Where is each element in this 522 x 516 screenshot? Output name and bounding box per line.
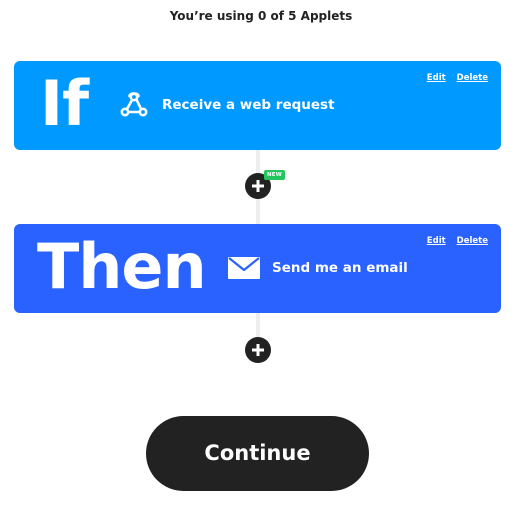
if-keyword: If (40, 67, 89, 140)
then-keyword: Then (37, 230, 207, 303)
then-card-actions: Edit Delete (416, 236, 488, 246)
applet-usage-text: You’re using 0 of 5 Applets (169, 9, 353, 23)
new-badge: NEW (264, 170, 286, 180)
trigger-service-label: Receive a web request (162, 97, 335, 113)
action-service-label: Send me an email (272, 260, 408, 276)
plus-icon (252, 344, 264, 356)
continue-button[interactable]: Continue (146, 416, 369, 491)
email-icon (228, 257, 260, 279)
webhook-icon (120, 92, 148, 117)
then-action-card[interactable]: Then Send me an email Edit Delete (14, 224, 501, 313)
if-edit-link[interactable]: Edit (427, 73, 446, 83)
if-card-actions: Edit Delete (416, 73, 488, 83)
add-action-button[interactable] (245, 337, 271, 363)
if-trigger-card[interactable]: If Receive a web request Edit Delete (14, 61, 501, 150)
if-delete-link[interactable]: Delete (457, 73, 488, 83)
then-edit-link[interactable]: Edit (427, 236, 446, 246)
then-delete-link[interactable]: Delete (457, 236, 488, 246)
